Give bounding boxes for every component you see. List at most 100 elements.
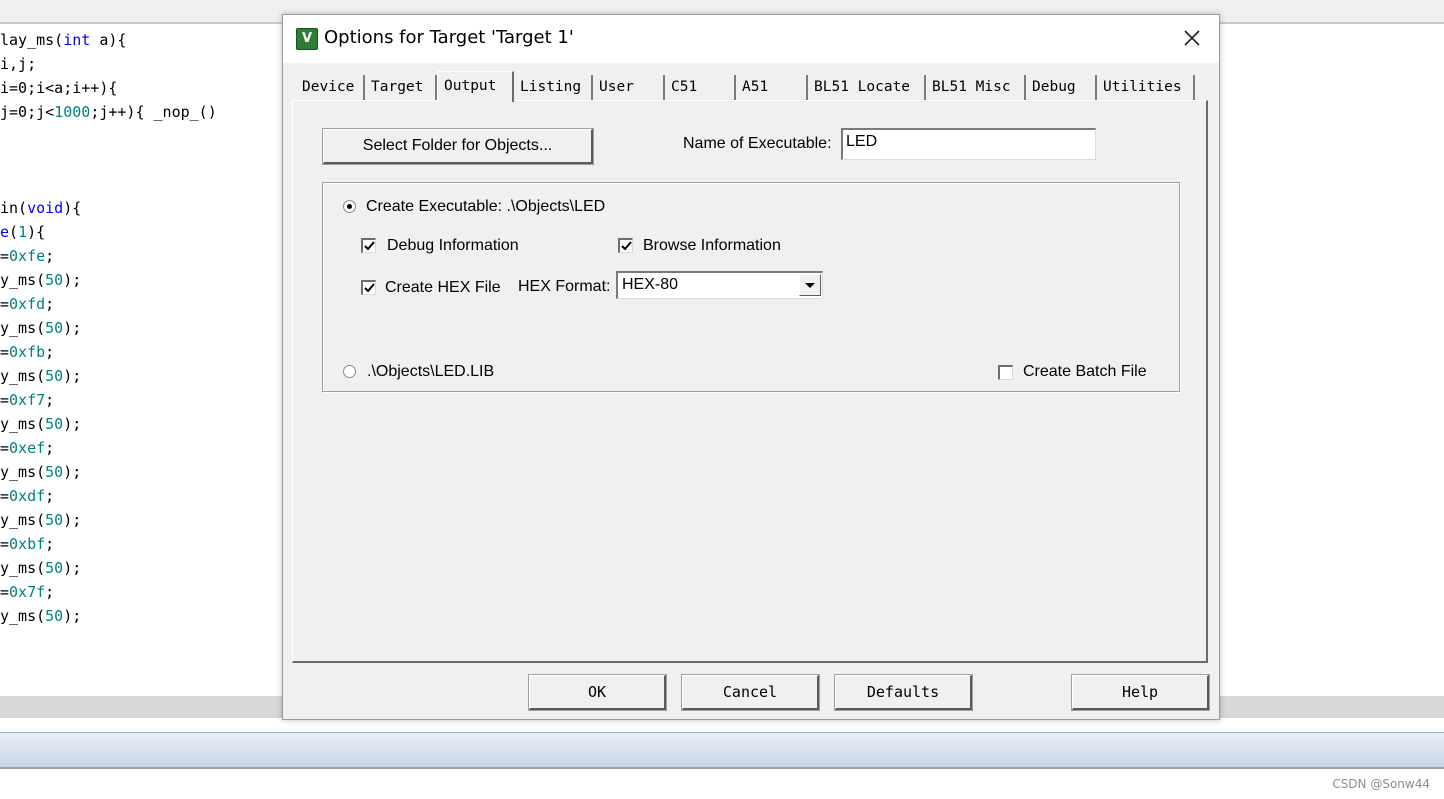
code-token: void bbox=[27, 199, 64, 217]
code-token: i,j; bbox=[0, 55, 37, 73]
code-token: ); bbox=[63, 607, 82, 625]
code-token: ; bbox=[45, 487, 55, 505]
code-line: =0x7f; bbox=[0, 580, 54, 604]
code-token: 1 bbox=[18, 223, 28, 241]
create-hex-file-label: Create HEX File bbox=[385, 279, 501, 296]
code-line: =0xf7; bbox=[0, 388, 54, 412]
code-line: y_ms(50); bbox=[0, 364, 81, 388]
chevron-down-icon[interactable] bbox=[799, 274, 821, 296]
tab-bl51-locate[interactable]: BL51 Locate bbox=[808, 75, 926, 100]
code-token: int bbox=[63, 31, 91, 49]
tab-listing[interactable]: Listing bbox=[514, 75, 593, 100]
code-token: ); bbox=[63, 559, 82, 577]
code-line: =0xef; bbox=[0, 436, 54, 460]
code-line: y_ms(50); bbox=[0, 508, 81, 532]
tab-output[interactable]: Output bbox=[437, 71, 514, 102]
create-library-radio[interactable] bbox=[343, 365, 356, 378]
browse-information-checkbox[interactable] bbox=[618, 238, 633, 253]
hex-format-label: HEX Format: bbox=[518, 278, 611, 295]
create-batch-file-label: Create Batch File bbox=[1023, 363, 1147, 380]
code-token: 0xdf bbox=[9, 487, 46, 505]
code-token: 0xef bbox=[9, 439, 46, 457]
tab-utilities[interactable]: Utilities bbox=[1097, 75, 1195, 100]
tab-bl51-misc[interactable]: BL51 Misc bbox=[926, 75, 1026, 100]
code-line: lay_ms(int a){ bbox=[0, 28, 126, 52]
debug-information-label: Debug Information bbox=[387, 237, 519, 254]
dialog-title: Options for Target 'Target 1' bbox=[324, 27, 574, 48]
name-of-executable-label: Name of Executable: bbox=[683, 135, 832, 152]
create-batch-file-checkbox[interactable] bbox=[998, 365, 1013, 380]
close-icon[interactable] bbox=[1179, 25, 1205, 51]
cancel-button[interactable]: Cancel bbox=[681, 674, 820, 711]
code-token: ); bbox=[63, 415, 82, 433]
code-token: a){ bbox=[90, 31, 127, 49]
code-token: ); bbox=[63, 511, 82, 529]
code-token: y_ms( bbox=[0, 559, 46, 577]
code-token: y_ms( bbox=[0, 319, 46, 337]
code-token: 0xfe bbox=[9, 247, 46, 265]
code-line: =0xfd; bbox=[0, 292, 54, 316]
code-token: lay_ms( bbox=[0, 31, 64, 49]
code-token: ); bbox=[63, 367, 82, 385]
debug-information-checkbox[interactable] bbox=[361, 238, 376, 253]
code-line: y_ms(50); bbox=[0, 316, 81, 340]
create-executable-radio[interactable] bbox=[343, 200, 356, 213]
code-token: 0xfd bbox=[9, 295, 46, 313]
checkmark-icon bbox=[621, 241, 632, 251]
code-token: ;j++){ _nop_() bbox=[90, 103, 217, 121]
code-line: e(1){ bbox=[0, 220, 45, 244]
code-token: = bbox=[0, 391, 10, 409]
ok-button[interactable]: OK bbox=[528, 674, 667, 711]
code-token: 50 bbox=[45, 319, 64, 337]
tab-debug[interactable]: Debug bbox=[1026, 75, 1097, 100]
help-button[interactable]: Help bbox=[1071, 674, 1210, 711]
code-token: 0xfb bbox=[9, 343, 46, 361]
code-line: i,j; bbox=[0, 52, 36, 76]
code-token: y_ms( bbox=[0, 415, 46, 433]
code-line: y_ms(50); bbox=[0, 556, 81, 580]
tab-device[interactable]: Device bbox=[296, 75, 365, 100]
tab-user[interactable]: User bbox=[593, 75, 665, 100]
code-token: ){ bbox=[63, 199, 82, 217]
code-token: = bbox=[0, 343, 10, 361]
code-line: y_ms(50); bbox=[0, 460, 81, 484]
code-line: =0xfe; bbox=[0, 244, 54, 268]
hex-format-select[interactable]: HEX-80 bbox=[616, 271, 823, 299]
create-hex-file-checkbox[interactable] bbox=[361, 280, 376, 295]
code-token: ); bbox=[63, 463, 82, 481]
code-token: 1000 bbox=[54, 103, 91, 121]
code-line: in(void){ bbox=[0, 196, 81, 220]
hex-format-value: HEX-80 bbox=[622, 276, 679, 293]
code-token: e bbox=[0, 223, 10, 241]
code-token: 0xbf bbox=[9, 535, 46, 553]
tab-target[interactable]: Target bbox=[365, 75, 437, 100]
name-of-executable-input[interactable]: LED bbox=[841, 128, 1096, 160]
options-for-target-dialog: V Options for Target 'Target 1' Device Ta… bbox=[282, 14, 1220, 720]
tab-c51[interactable]: C51 bbox=[665, 75, 736, 100]
code-line: y_ms(50); bbox=[0, 412, 81, 436]
code-token: ; bbox=[45, 343, 55, 361]
code-line: =0xbf; bbox=[0, 532, 54, 556]
create-library-label: .\Objects\LED.LIB bbox=[367, 363, 495, 380]
code-token: 50 bbox=[45, 511, 64, 529]
code-token: ; bbox=[45, 583, 55, 601]
defaults-button[interactable]: Defaults bbox=[834, 674, 973, 711]
checkmark-icon bbox=[364, 283, 375, 293]
code-line: =0xfb; bbox=[0, 340, 54, 364]
select-folder-for-objects-button[interactable]: Select Folder for Objects... bbox=[322, 128, 594, 165]
code-token: ); bbox=[63, 319, 82, 337]
code-token: 0xf7 bbox=[9, 391, 46, 409]
code-token: 50 bbox=[45, 415, 64, 433]
code-line: j=0;j<1000;j++){ _nop_() bbox=[0, 100, 217, 124]
code-token: ; bbox=[45, 535, 55, 553]
create-executable-label: Create Executable: .\Objects\LED bbox=[366, 198, 606, 215]
code-token: 50 bbox=[45, 463, 64, 481]
code-token: 50 bbox=[45, 271, 64, 289]
code-token: ){ bbox=[27, 223, 46, 241]
code-token: i=0;i<a;i++){ bbox=[0, 79, 118, 97]
code-token: = bbox=[0, 295, 10, 313]
code-line: =0xdf; bbox=[0, 484, 54, 508]
tab-a51[interactable]: A51 bbox=[736, 75, 808, 100]
code-token: j=0;j< bbox=[0, 103, 55, 121]
code-token: 50 bbox=[45, 607, 64, 625]
